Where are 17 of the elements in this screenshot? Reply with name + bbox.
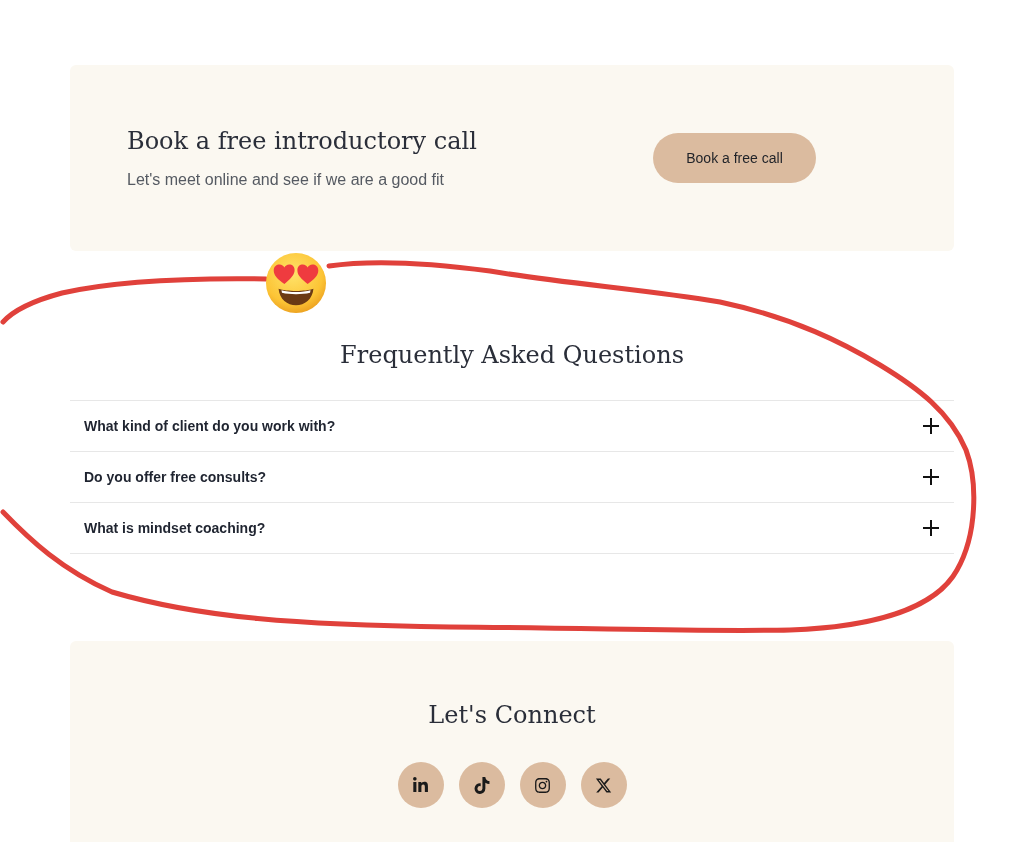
plus-icon (923, 418, 939, 434)
heart-eyes-emoji-icon (265, 252, 327, 314)
faq-heading: Frequently Asked Questions (339, 340, 685, 371)
x-link[interactable] (580, 762, 627, 808)
x-logo-icon (595, 776, 612, 794)
tiktok-icon (473, 776, 490, 794)
plus-icon (923, 520, 939, 536)
cta-subtitle: Let's meet online and see if we are a good fit (127, 170, 446, 190)
instagram-icon (534, 776, 551, 794)
plus-icon (923, 469, 939, 485)
linkedin-icon (412, 776, 429, 794)
book-call-button[interactable]: Book a free call (653, 133, 816, 183)
connect-heading: Let's Connect (428, 700, 596, 731)
instagram-link[interactable] (519, 762, 566, 808)
linkedin-link[interactable] (397, 762, 444, 808)
cta-title: Book a free introductory call (127, 126, 477, 157)
tiktok-link[interactable] (458, 762, 505, 808)
